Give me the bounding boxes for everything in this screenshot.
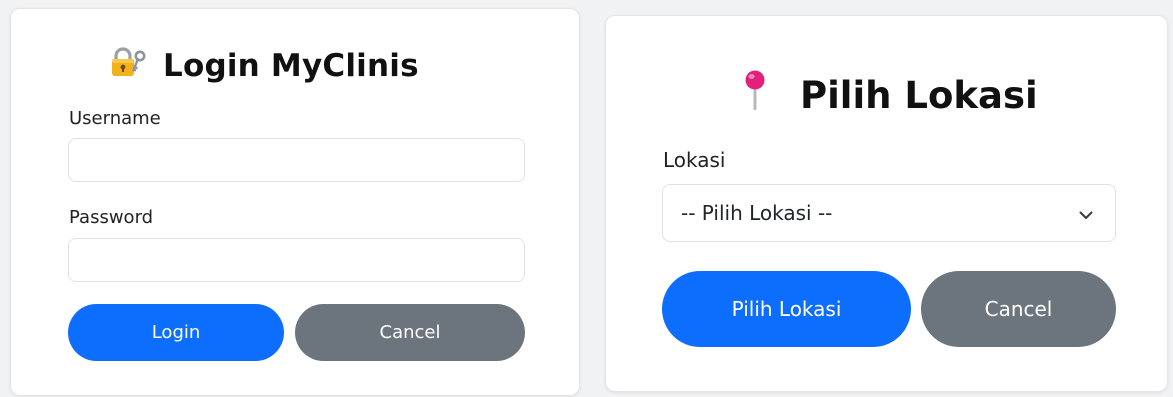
pilih-lokasi-button[interactable]: Pilih Lokasi — [662, 271, 911, 347]
chevron-down-icon — [1079, 201, 1093, 225]
login-title-text: Login MyClinis — [163, 48, 419, 84]
lock-with-key-icon — [109, 47, 147, 85]
password-input[interactable] — [68, 238, 525, 282]
lokasi-label: Lokasi — [663, 148, 726, 172]
username-label: Username — [69, 108, 161, 129]
username-input[interactable] — [68, 138, 525, 182]
lokasi-cancel-button[interactable]: Cancel — [921, 271, 1116, 347]
lokasi-select[interactable]: -- Pilih Lokasi -- — [662, 184, 1116, 242]
lokasi-card: Pilih Lokasi Lokasi -- Pilih Lokasi -- P… — [605, 15, 1168, 392]
login-button[interactable]: Login — [68, 304, 284, 361]
password-label: Password — [69, 207, 154, 228]
page: Login MyClinis Username Password Login C… — [0, 0, 1173, 397]
lokasi-title-text: Pilih Lokasi — [800, 74, 1038, 117]
login-title: Login MyClinis — [109, 47, 419, 85]
lokasi-title: Pilih Lokasi — [744, 70, 1038, 121]
lokasi-select-value: -- Pilih Lokasi -- — [681, 201, 833, 225]
login-card: Login MyClinis Username Password Login C… — [10, 8, 580, 396]
login-cancel-button[interactable]: Cancel — [295, 304, 525, 361]
round-pushpin-icon — [744, 70, 766, 121]
